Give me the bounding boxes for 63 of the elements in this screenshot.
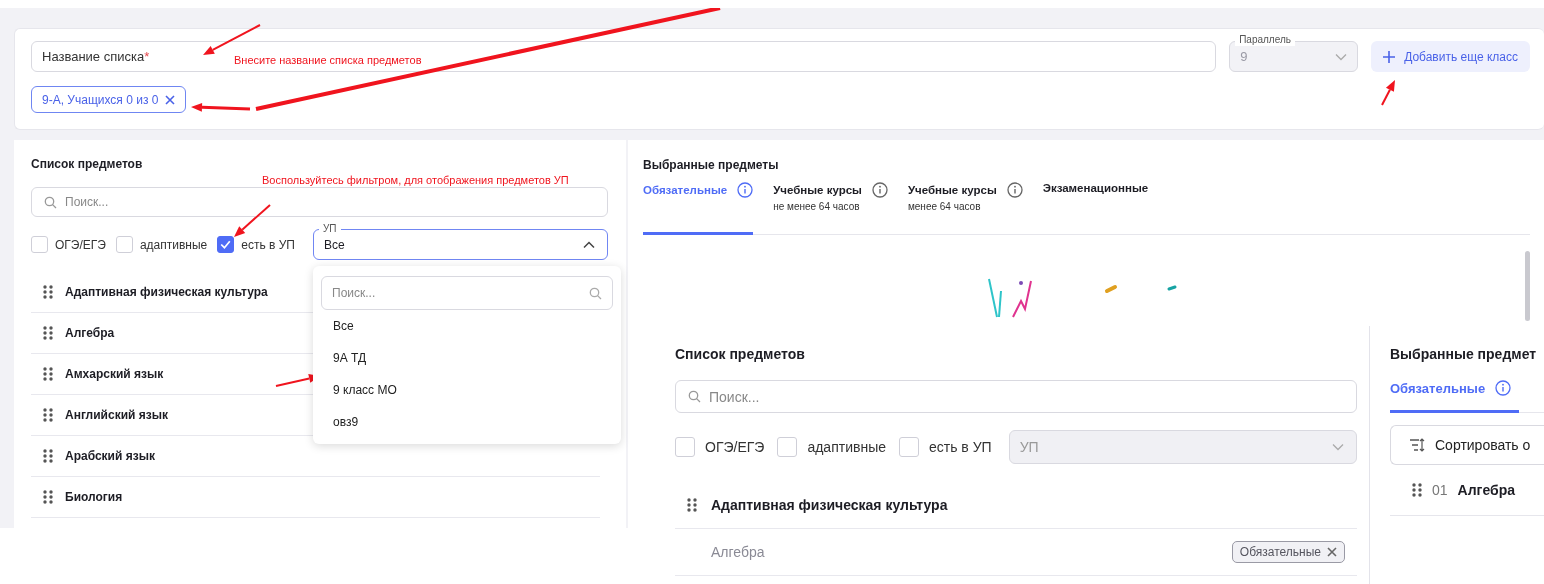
class-chip[interactable]: 9-А, Учащихся 0 из 0: [31, 86, 187, 113]
search-icon: [44, 195, 57, 209]
subject-name: Биология: [65, 490, 123, 504]
select-label: Параллель: [1235, 34, 1295, 46]
tab[interactable]: Учебные курсы менее 64 часов: [907, 180, 1023, 235]
subject-name: Алгебра: [711, 544, 765, 560]
drag-handle-icon: [43, 285, 53, 299]
drag-handle-icon: [43, 326, 53, 340]
annotation-note: Внесите название списка предметов: [234, 54, 422, 66]
annotation-note: Воспользуйтесь фильтром, для отображения предметов УП: [262, 174, 569, 186]
checkbox[interactable]: адаптивные: [115, 236, 208, 253]
category-tag[interactable]: Обязательные: [1231, 541, 1345, 563]
drag-handle-icon: [43, 449, 53, 463]
subject-name: Алгебра: [1457, 482, 1515, 498]
checkbox[interactable]: адаптивные: [777, 437, 886, 457]
select-label: УП: [319, 223, 341, 234]
chevron-down-icon: [1335, 52, 1348, 61]
selected-subject-row[interactable]: 01 Алгебра: [1390, 465, 1544, 516]
dropdown-option[interactable]: Все: [321, 310, 613, 342]
search-icon: [688, 390, 701, 403]
chevron-down-icon: [1332, 443, 1344, 451]
subject-number: 01: [1432, 482, 1448, 498]
checkbox[interactable]: есть в УП: [899, 437, 992, 457]
dropdown-option[interactable]: овз9: [321, 406, 613, 438]
subject-name: Алгебра: [65, 326, 115, 340]
dropdown-option[interactable]: 9А ТД: [321, 342, 613, 374]
panel-title: Выбранные предметы: [643, 158, 780, 172]
search-icon: [589, 286, 602, 300]
annotation-arrow: [191, 102, 251, 112]
drag-handle-icon: [1412, 483, 1422, 497]
checkbox[interactable]: ОГЭ/ЕГЭ: [675, 437, 765, 457]
tab[interactable]: Экзаменационные: [1042, 180, 1149, 235]
drag-handle-icon: [43, 490, 53, 504]
close-icon: [165, 94, 176, 105]
add-class-button[interactable]: Добавить еще класс: [1371, 41, 1530, 72]
panel-title: Список предметов: [31, 157, 144, 173]
search-field[interactable]: Поиск...: [31, 187, 608, 217]
drag-handle-icon: [43, 367, 53, 381]
search-field[interactable]: Поиск...: [675, 380, 1357, 413]
tab[interactable]: Учебные курсы не менее 64 часов: [773, 180, 888, 235]
tab[interactable]: Обязательные: [1390, 376, 1520, 413]
tab[interactable]: Обязательные: [643, 180, 754, 235]
subject-name: Адаптивная физическая культура: [711, 497, 948, 513]
checkbox[interactable]: есть в УП: [217, 236, 295, 253]
subject-name: Амхарский язык: [65, 367, 164, 381]
subject-name: Английский язык: [65, 408, 168, 422]
panel-title: Выбранные предмет: [1390, 346, 1538, 362]
plus-icon: [1383, 50, 1396, 63]
checkbox[interactable]: ОГЭ/ЕГЭ: [31, 236, 106, 253]
close-icon: [1327, 547, 1337, 557]
chevron-up-icon: [583, 240, 595, 249]
annotation-arrow: [203, 24, 261, 55]
subject-name: Арабский язык: [65, 449, 155, 463]
annotation-arrow: [234, 204, 271, 237]
drag-handle-icon: [43, 408, 53, 422]
search-field[interactable]: Поиск...: [321, 276, 613, 310]
sort-icon: [1409, 437, 1425, 453]
sort-button[interactable]: Сортировать о: [1390, 425, 1544, 465]
annotation-arrow: [1381, 80, 1395, 106]
panel-title: Список предметов: [675, 346, 806, 364]
subject-name: Адаптивная физическая культура: [65, 285, 268, 299]
dropdown-option[interactable]: 9 класс МО: [321, 374, 613, 406]
drag-handle-icon: [687, 498, 697, 512]
